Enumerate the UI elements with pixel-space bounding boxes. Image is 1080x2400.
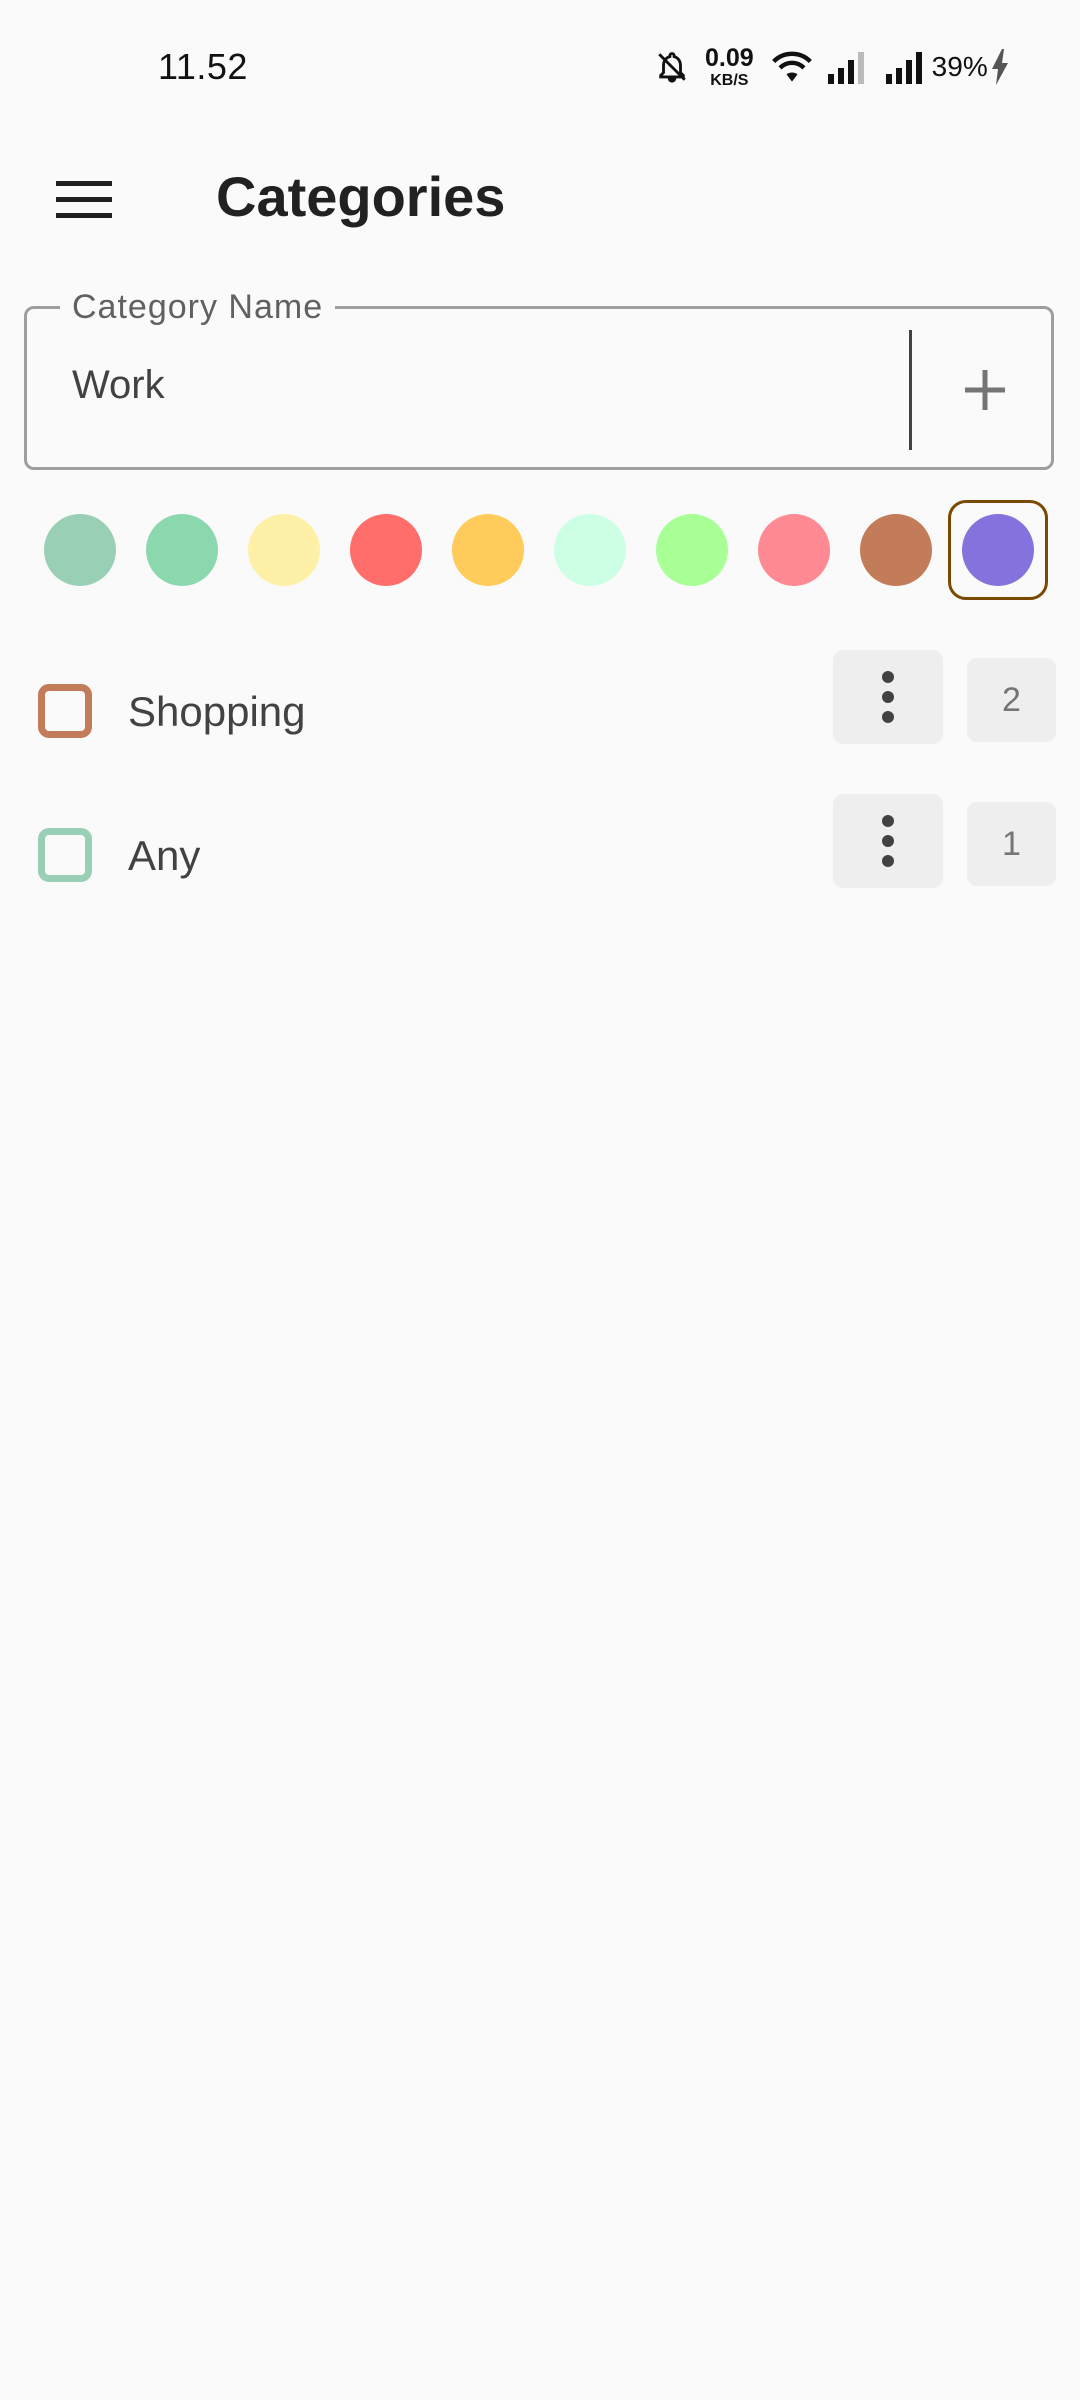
category-count-badge: 2 — [967, 658, 1056, 742]
color-palette — [0, 500, 1080, 600]
color-swatch[interactable] — [452, 514, 524, 586]
color-swatch[interactable] — [860, 514, 932, 586]
net-speed-unit: KB/S — [710, 71, 749, 89]
more-vert-icon — [882, 671, 894, 723]
color-swatch[interactable] — [554, 514, 626, 586]
category-more-button[interactable] — [833, 794, 943, 888]
add-category-button[interactable] — [940, 342, 1030, 438]
color-swatch[interactable] — [758, 514, 830, 586]
status-icons: 0.09 KB/S 39% — [655, 42, 1010, 92]
category-more-button[interactable] — [833, 650, 943, 744]
category-row[interactable]: Any 1 — [0, 794, 1080, 914]
signal-icon — [885, 52, 922, 84]
category-name: Shopping — [128, 688, 306, 735]
category-name: Any — [128, 832, 201, 879]
signal-icon — [827, 52, 864, 84]
category-row[interactable]: Shopping 2 — [0, 650, 1080, 770]
category-name-label: Category Name — [60, 288, 336, 327]
category-checkbox[interactable] — [38, 684, 92, 738]
color-swatch[interactable] — [350, 514, 422, 586]
net-speed-value: 0.09 — [705, 43, 754, 72]
menu-button[interactable] — [40, 162, 128, 238]
field-divider — [909, 330, 912, 450]
color-swatch[interactable] — [248, 514, 320, 586]
battery-percent: 39% — [931, 51, 988, 82]
page-title: Categories — [216, 165, 506, 228]
color-swatch[interactable] — [146, 514, 218, 586]
charging-icon — [991, 49, 1008, 85]
category-name-input[interactable] — [72, 350, 892, 420]
color-swatch[interactable] — [44, 514, 116, 586]
category-checkbox[interactable] — [38, 828, 92, 882]
hamburger-menu-icon — [56, 181, 112, 218]
net-speed: 0.09 KB/S — [705, 43, 754, 89]
plus-icon — [965, 370, 1005, 410]
app-bar: Categories — [0, 140, 1080, 260]
more-vert-icon — [882, 815, 894, 867]
status-bar: 11.52 0.09 KB/S 39% — [0, 0, 1080, 140]
color-swatch[interactable] — [656, 514, 728, 586]
wifi-icon — [771, 51, 812, 82]
bell-off-icon — [658, 52, 686, 83]
category-count-badge: 1 — [967, 802, 1056, 886]
color-swatch[interactable] — [962, 514, 1034, 586]
status-time: 11.52 — [158, 46, 248, 87]
